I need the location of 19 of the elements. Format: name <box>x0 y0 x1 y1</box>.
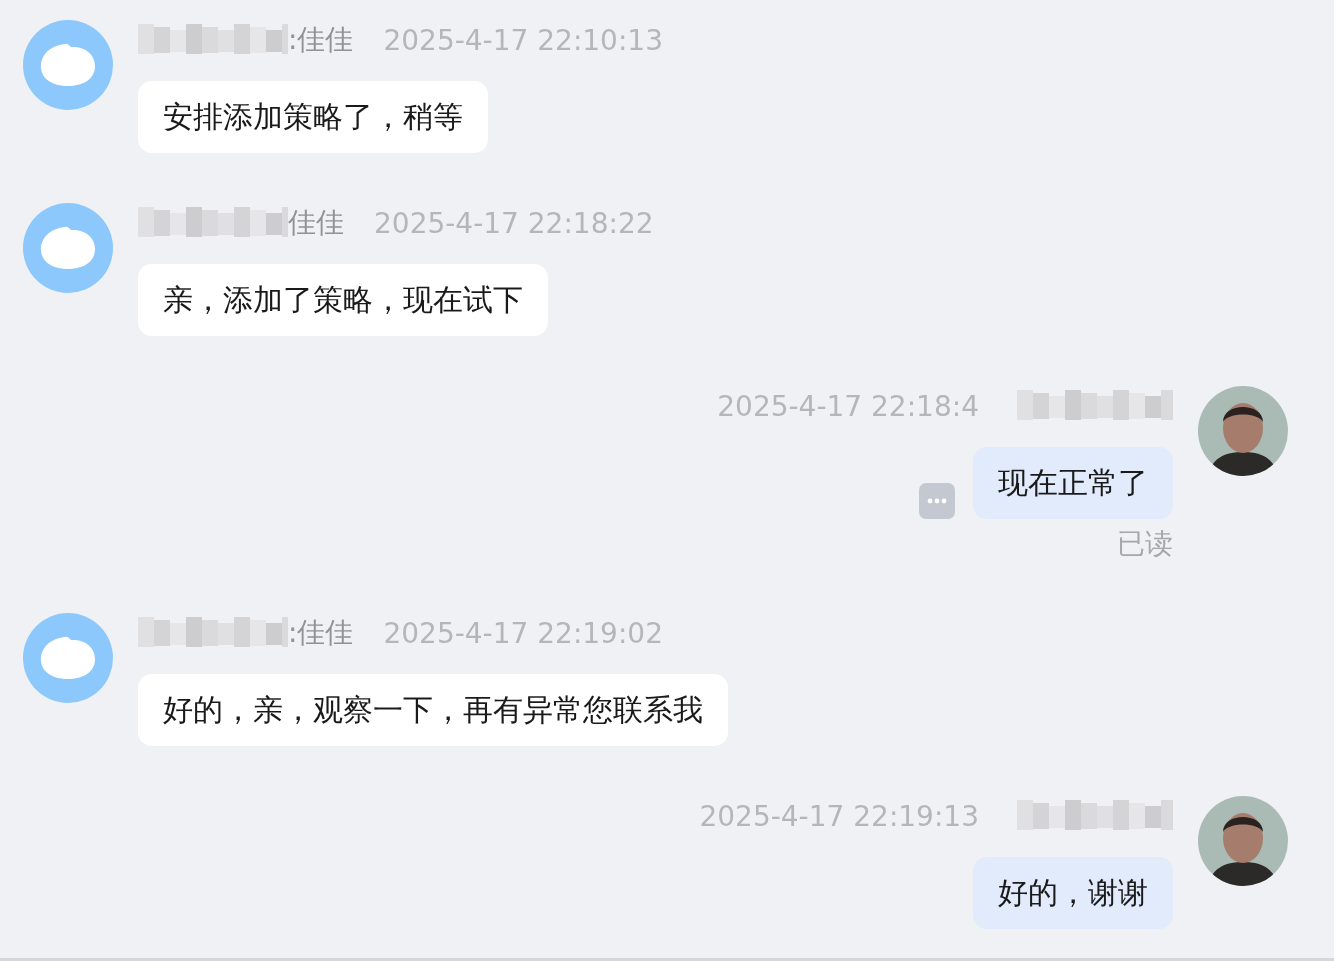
sender-name: 佳佳 <box>288 205 344 241</box>
chat-bubble-avatar-icon <box>23 203 113 293</box>
message-time: 2025-4-17 22:19:13 <box>699 799 979 833</box>
message-bubble: 好的，亲，观察一下，再有异常您联系我 <box>138 674 728 746</box>
message-time: 2025-4-17 22:18:4 <box>717 389 979 423</box>
read-status: 已读 <box>1117 526 1173 562</box>
message-time: 2025-4-17 22:10:13 <box>383 23 663 57</box>
more-button[interactable] <box>919 483 955 519</box>
message-time: 2025-4-17 22:19:02 <box>383 616 663 650</box>
sender-name: :佳佳 <box>288 22 354 58</box>
message-time: 2025-4-17 22:18:22 <box>374 206 654 240</box>
message-bubble: 好的，谢谢 <box>973 857 1173 929</box>
chat-bubble-avatar-icon <box>23 613 113 703</box>
message-bubble: 亲，添加了策略，现在试下 <box>138 264 548 336</box>
sender-name: :佳佳 <box>288 615 354 651</box>
message-bubble: 现在正常了 <box>973 447 1173 519</box>
more-dots-icon <box>927 498 947 504</box>
chat-bubble-avatar-icon <box>23 20 113 110</box>
message-bubble: 安排添加策略了，稍等 <box>138 81 488 153</box>
